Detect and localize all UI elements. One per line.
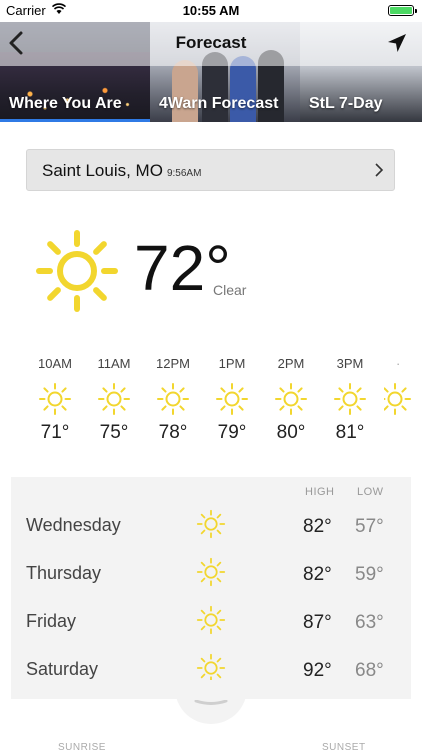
sun-icon [196,653,226,683]
hourly-item: 2PM 80° [266,356,316,444]
sun-icon [196,605,226,635]
chevron-right-icon [375,163,384,177]
hourly-item: 3PM 81° [325,356,375,444]
hourly-item: 11AM 75° [89,356,139,444]
status-bar: Carrier 10:55 AM [0,0,422,22]
hour-label: 11AM [97,356,131,371]
hour-temperature: 71° [40,422,70,443]
sun-icon [196,557,226,587]
hour-label: 2PM [277,356,305,371]
sun-icon [275,383,307,415]
hour-label: 10AM [38,356,72,371]
sun-icon [36,230,118,312]
tab-where-you-are[interactable]: Where You Are [0,88,150,119]
location-selector[interactable]: Saint Louis, MO 9:56AM [26,149,395,191]
tab-bar: Where You Are 4Warn Forecast StL 7-Day [0,88,422,122]
location-updated-time: 9:56AM [166,168,202,179]
sun-icon [39,383,71,415]
day-low: 68° [355,660,384,681]
low-column-header: LOW [357,486,384,498]
sun-icon [334,383,366,415]
hour-temperature: 81° [335,422,365,443]
battery-icon [388,5,417,16]
day-high: 82° [303,564,332,585]
sun-icon [196,509,226,539]
status-time: 10:55 AM [182,3,240,18]
sun-icon [98,383,130,415]
hour-temperature: 78° [158,422,188,443]
daily-row: Wednesday 82° 57° [11,503,411,551]
day-low: 57° [355,516,384,537]
day-low: 59° [355,564,384,585]
active-tab-indicator [0,119,150,122]
sun-icon [157,383,189,415]
hourly-item: 1PM 79° [207,356,257,444]
location-arrow-icon[interactable] [386,32,408,54]
high-column-header: HIGH [305,486,335,498]
hour-temperature: 75° [99,422,129,443]
current-condition: Clear [213,282,247,298]
day-name: Friday [26,611,77,631]
location-name: Saint Louis, MO [42,161,163,180]
day-high: 92° [303,660,332,681]
hourly-item-partial: · [384,356,422,416]
day-name: Saturday [26,659,99,679]
daily-row: Thursday 82° 59° [11,551,411,599]
location-name-row: Saint Louis, MO 9:56AM [42,161,201,181]
hourly-item: 10AM 71° [30,356,80,444]
daily-row: Friday 87° 63° [11,599,411,647]
tab-4warn-forecast[interactable]: 4Warn Forecast [150,88,300,119]
hour-temperature: 79° [217,422,247,443]
hour-temperature: 80° [276,422,306,443]
hour-label: 3PM [336,356,364,371]
sunset-label: SUNSET [322,742,366,753]
hourly-item: 12PM 78° [148,356,198,444]
tab-stl-7-day[interactable]: StL 7-Day [300,88,422,119]
daily-forecast-panel: HIGH LOW Wednesday 82° 57° Thursday 82° … [11,477,411,699]
day-high: 87° [303,612,332,633]
chevron-down-icon [194,700,228,705]
day-name: Thursday [26,563,102,583]
day-low: 63° [355,612,384,633]
sun-icon [216,383,248,415]
page-title: Forecast [175,33,247,52]
expand-drawer-handle[interactable] [175,680,247,724]
sunrise-label: SUNRISE [58,742,106,753]
hour-label: 12PM [156,356,190,371]
day-name: Wednesday [26,515,121,535]
sun-icon [384,383,411,415]
hour-label: 1PM [218,356,246,371]
day-high: 82° [303,516,332,537]
